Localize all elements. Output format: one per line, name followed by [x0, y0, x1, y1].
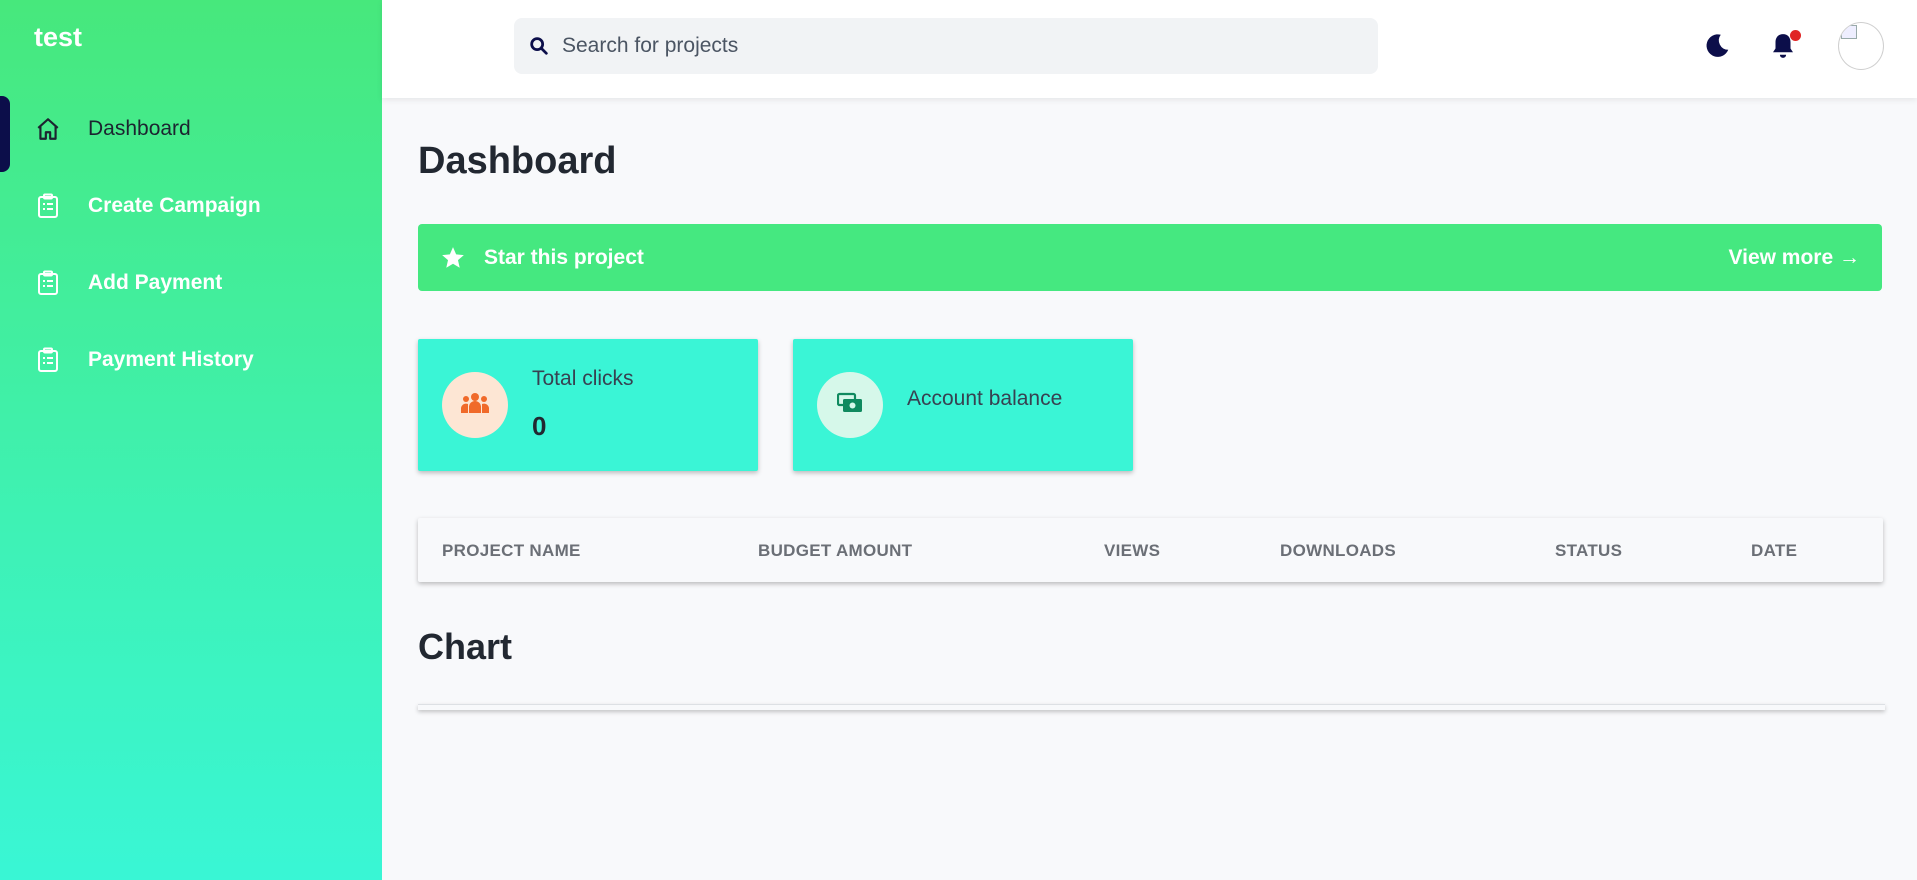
users-icon — [460, 390, 490, 421]
clipboard-icon — [34, 269, 62, 297]
column-header-views[interactable]: VIEWS — [1104, 541, 1160, 561]
column-header-date[interactable]: DATE — [1751, 541, 1797, 561]
view-more-link[interactable]: View more → — [1729, 246, 1861, 270]
sidebar: test Dashboard Create Campaign Add Payme… — [0, 0, 382, 880]
star-project-banner[interactable]: Star this project View more → — [418, 224, 1882, 291]
chart-section-title: Chart — [418, 626, 513, 667]
clipboard-icon — [34, 192, 62, 220]
search-icon — [528, 35, 550, 57]
card-label: Account balance — [907, 387, 1063, 410]
card-value: 0 — [532, 411, 547, 441]
home-icon — [34, 115, 62, 143]
column-header-status[interactable]: STATUS — [1555, 541, 1622, 561]
star-icon — [440, 245, 466, 271]
sidebar-item-label: Add Payment — [88, 270, 223, 294]
sidebar-item-dashboard[interactable]: Dashboard — [0, 90, 382, 172]
column-header-budget-amount[interactable]: BUDGET AMOUNT — [758, 541, 912, 561]
top-header — [382, 0, 1917, 98]
brand-logo-text[interactable]: test — [34, 22, 82, 53]
card-icon-circle — [442, 372, 508, 438]
search-input[interactable] — [562, 34, 1342, 58]
sidebar-item-label: Dashboard — [88, 116, 191, 140]
avatar[interactable] — [1838, 22, 1884, 70]
chart-container — [418, 704, 1885, 710]
sidebar-item-label: Create Campaign — [88, 193, 261, 217]
stat-card-total-clicks: Total clicks 0 — [418, 339, 758, 471]
moon-icon[interactable] — [1702, 31, 1732, 61]
search-bar[interactable] — [514, 18, 1378, 74]
money-icon — [836, 392, 863, 419]
column-header-downloads[interactable]: DOWNLOADS — [1280, 541, 1396, 561]
sidebar-nav: Dashboard Create Campaign Add Payment Pa… — [0, 90, 382, 398]
sidebar-item-label: Payment History — [88, 347, 254, 371]
projects-table: PROJECT NAME BUDGET AMOUNT VIEWS DOWNLOA… — [418, 518, 1883, 582]
app-root: test Dashboard Create Campaign Add Payme… — [0, 0, 1917, 880]
notification-badge — [1790, 30, 1801, 41]
sidebar-item-add-payment[interactable]: Add Payment — [0, 244, 382, 321]
card-icon-circle — [817, 372, 883, 438]
banner-text: Star this project — [484, 245, 644, 269]
stat-card-account-balance: Account balance — [793, 339, 1133, 471]
active-indicator — [0, 96, 10, 172]
page-title: Dashboard — [418, 140, 617, 182]
card-label: Total clicks — [532, 367, 634, 390]
clipboard-icon — [34, 346, 62, 374]
broken-image-icon — [1841, 25, 1857, 39]
sidebar-item-payment-history[interactable]: Payment History — [0, 321, 382, 398]
column-header-project-name[interactable]: PROJECT NAME — [442, 541, 581, 561]
sidebar-item-create-campaign[interactable]: Create Campaign — [0, 167, 382, 244]
